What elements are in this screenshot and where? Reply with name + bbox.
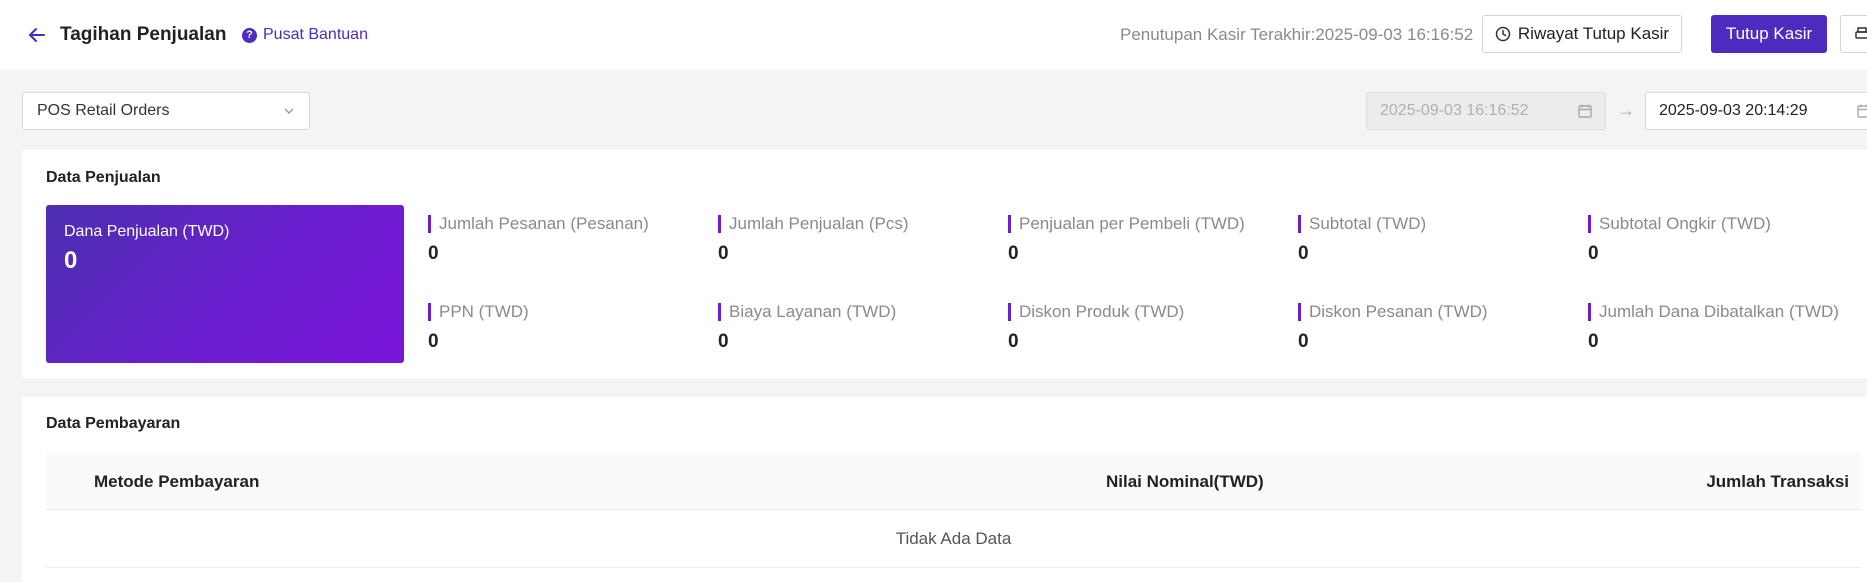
payment-table: Metode Pembayaran Nilai Nominal(TWD) Jum…: [46, 452, 1861, 568]
clock-icon: [1495, 26, 1511, 42]
metric-order-discount: Diskon Pesanan (TWD) 0: [1298, 303, 1568, 353]
metric-value: 0: [428, 243, 439, 264]
printer-icon: [1855, 27, 1867, 39]
question-icon: ?: [242, 27, 257, 43]
metric-sales-pcs: Jumlah Penjualan (Pcs) 0: [718, 215, 988, 265]
metric-vat: PPN (TWD) 0: [428, 303, 698, 353]
end-date-value: 2025-09-03 20:14:29: [1659, 102, 1808, 119]
sales-fund-value: 0: [64, 247, 78, 274]
last-close-info: Penutupan Kasir Terakhir:2025-09-03 16:1…: [1120, 25, 1474, 44]
metric-subtotal: Subtotal (TWD) 0: [1298, 215, 1568, 265]
sales-data-card: Data Penjualan Dana Penjualan (TWD) 0 Ju…: [22, 150, 1867, 378]
start-date-input: 2025-09-03 16:16:52: [1366, 92, 1606, 130]
metric-label: PPN (TWD): [428, 303, 698, 321]
column-header-method: Metode Pembayaran: [94, 472, 260, 491]
help-center-link[interactable]: ? Pusat Bantuan: [242, 22, 368, 48]
metric-label: Diskon Produk (TWD): [1008, 303, 1278, 321]
calendar-icon: [1857, 104, 1867, 118]
metric-value: 0: [718, 331, 729, 352]
close-history-button[interactable]: Riwayat Tutup Kasir: [1482, 15, 1682, 53]
sales-data-title: Data Penjualan: [46, 169, 161, 186]
empty-state: Tidak Ada Data: [46, 510, 1861, 568]
metric-value: 0: [1008, 331, 1019, 352]
start-date-value: 2025-09-03 16:16:52: [1380, 102, 1529, 119]
metric-label: Biaya Layanan (TWD): [718, 303, 988, 321]
metric-value: 0: [1298, 331, 1309, 352]
table-header: Metode Pembayaran Nilai Nominal(TWD) Jum…: [46, 452, 1861, 510]
chevron-down-icon: [284, 108, 294, 114]
end-date-input[interactable]: 2025-09-03 20:14:29: [1645, 92, 1867, 130]
metric-product-discount: Diskon Produk (TWD) 0: [1008, 303, 1278, 353]
metric-value: 0: [1298, 243, 1309, 264]
close-cashier-button[interactable]: Tutup Kasir: [1711, 15, 1827, 53]
metric-value: 0: [1588, 243, 1599, 264]
calendar-icon: [1578, 104, 1592, 118]
sales-fund-label: Dana Penjualan (TWD): [64, 223, 230, 240]
metric-order-count: Jumlah Pesanan (Pesanan) 0: [428, 215, 698, 265]
back-arrow-icon[interactable]: [24, 22, 50, 48]
order-type-select[interactable]: POS Retail Orders: [22, 92, 310, 130]
payment-data-title: Data Pembayaran: [46, 415, 181, 432]
payment-data-card: Data Pembayaran Metode Pembayaran Nilai …: [22, 397, 1867, 582]
metric-value: 0: [1588, 331, 1599, 352]
page-header: Tagihan Penjualan ? Pusat Bantuan Penutu…: [0, 0, 1867, 70]
metric-label: Diskon Pesanan (TWD): [1298, 303, 1568, 321]
date-range-arrow-icon: →: [1617, 100, 1635, 120]
metric-label: Jumlah Penjualan (Pcs): [718, 215, 988, 233]
metric-value: 0: [1008, 243, 1019, 264]
metric-label: Jumlah Pesanan (Pesanan): [428, 215, 698, 233]
metric-label: Subtotal (TWD): [1298, 215, 1568, 233]
metric-label: Jumlah Dana Dibatalkan (TWD): [1588, 303, 1858, 321]
metric-value: 0: [428, 331, 439, 352]
metric-label: Subtotal Ongkir (TWD): [1588, 215, 1858, 233]
page-title: Tagihan Penjualan: [60, 24, 227, 45]
column-header-transactions: Jumlah Transaksi: [1706, 472, 1849, 491]
column-header-amount: Nilai Nominal(TWD): [1106, 472, 1264, 491]
metric-value: 0: [718, 243, 729, 264]
close-history-label: Riwayat Tutup Kasir: [1517, 24, 1670, 43]
sales-fund-summary: Dana Penjualan (TWD) 0: [46, 205, 404, 363]
metric-shipping-subtotal: Subtotal Ongkir (TWD) 0: [1588, 215, 1858, 265]
metric-service-fee: Biaya Layanan (TWD) 0: [718, 303, 988, 353]
metric-sales-per-buyer: Penjualan per Pembeli (TWD) 0: [1008, 215, 1278, 265]
help-center-label: Pusat Bantuan: [263, 26, 368, 43]
order-type-value: POS Retail Orders: [37, 102, 170, 119]
print-button[interactable]: [1840, 15, 1867, 53]
metric-cancelled-amount: Jumlah Dana Dibatalkan (TWD) 0: [1588, 303, 1858, 353]
metric-label: Penjualan per Pembeli (TWD): [1008, 215, 1278, 233]
